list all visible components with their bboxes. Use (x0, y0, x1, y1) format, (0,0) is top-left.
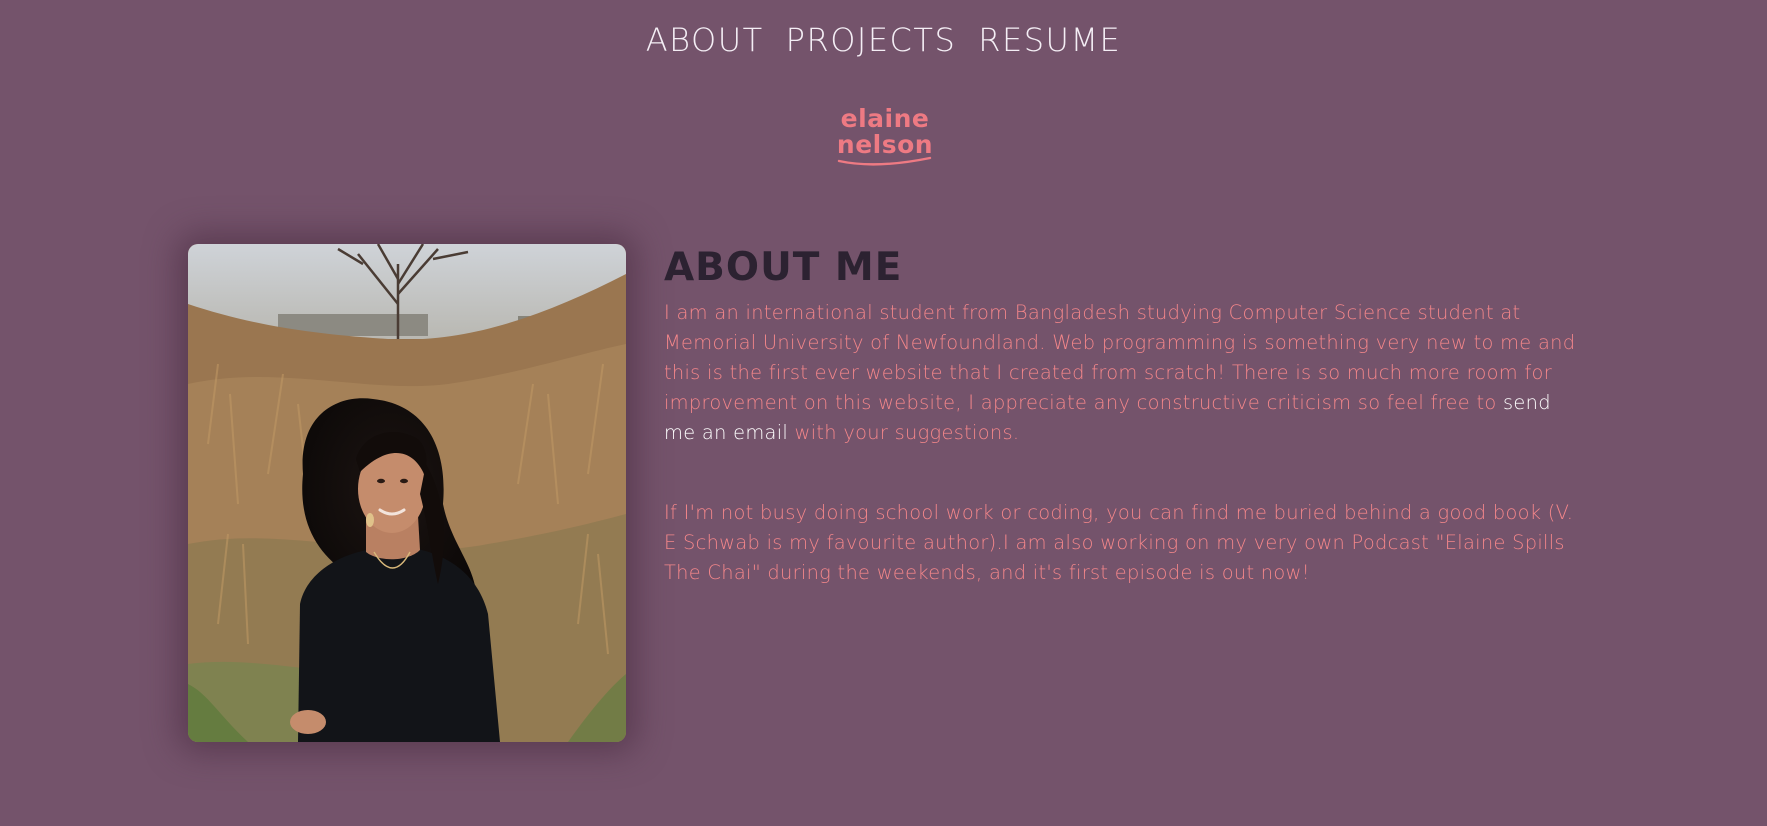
logo-underline-swoosh (837, 156, 932, 166)
main-nav: ABOUT PROJECTS RESUME (0, 18, 1767, 62)
nav-about-link[interactable]: ABOUT (646, 18, 764, 62)
about-paragraph-intro-end: with your suggestions. (788, 421, 1020, 444)
logo-line-first: elaine (840, 104, 930, 133)
logo[interactable]: elaine nelson (830, 106, 940, 168)
profile-photo-image (188, 244, 626, 742)
nav-resume-link[interactable]: RESUME (978, 18, 1121, 62)
profile-photo (188, 244, 626, 742)
about-heading: ABOUT ME (664, 245, 903, 290)
about-paragraph-intro: I am an international student from Bangl… (664, 298, 1584, 448)
about-paragraph-intro-text: I am an international student from Bangl… (664, 301, 1576, 414)
nav-projects-link[interactable]: PROJECTS (786, 18, 957, 62)
about-section: ABOUT ME I am an international student f… (664, 244, 1584, 588)
about-paragraph-hobbies: If I'm not busy doing school work or cod… (664, 501, 1574, 584)
